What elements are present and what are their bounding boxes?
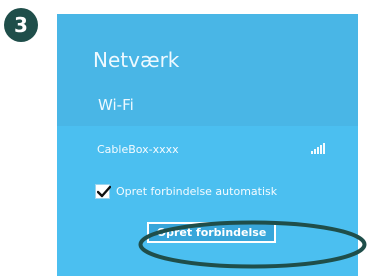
checkmark-icon <box>97 185 111 197</box>
auto-connect-label: Opret forbindelse automatisk <box>116 184 278 198</box>
connect-button[interactable]: Opret forbindelse <box>147 222 276 243</box>
auto-connect-option[interactable]: Opret forbindelse automatisk <box>95 182 277 200</box>
network-list-item[interactable]: CableBox-xxxx <box>57 126 358 166</box>
step-number-badge: 3 <box>4 8 38 42</box>
auto-connect-checkbox[interactable] <box>95 183 111 199</box>
wifi-signal-icon <box>311 143 325 154</box>
network-name: CableBox-xxxx <box>97 143 179 156</box>
panel-title: Netværk <box>93 48 180 72</box>
wifi-section-label: Wi-Fi <box>98 96 134 114</box>
